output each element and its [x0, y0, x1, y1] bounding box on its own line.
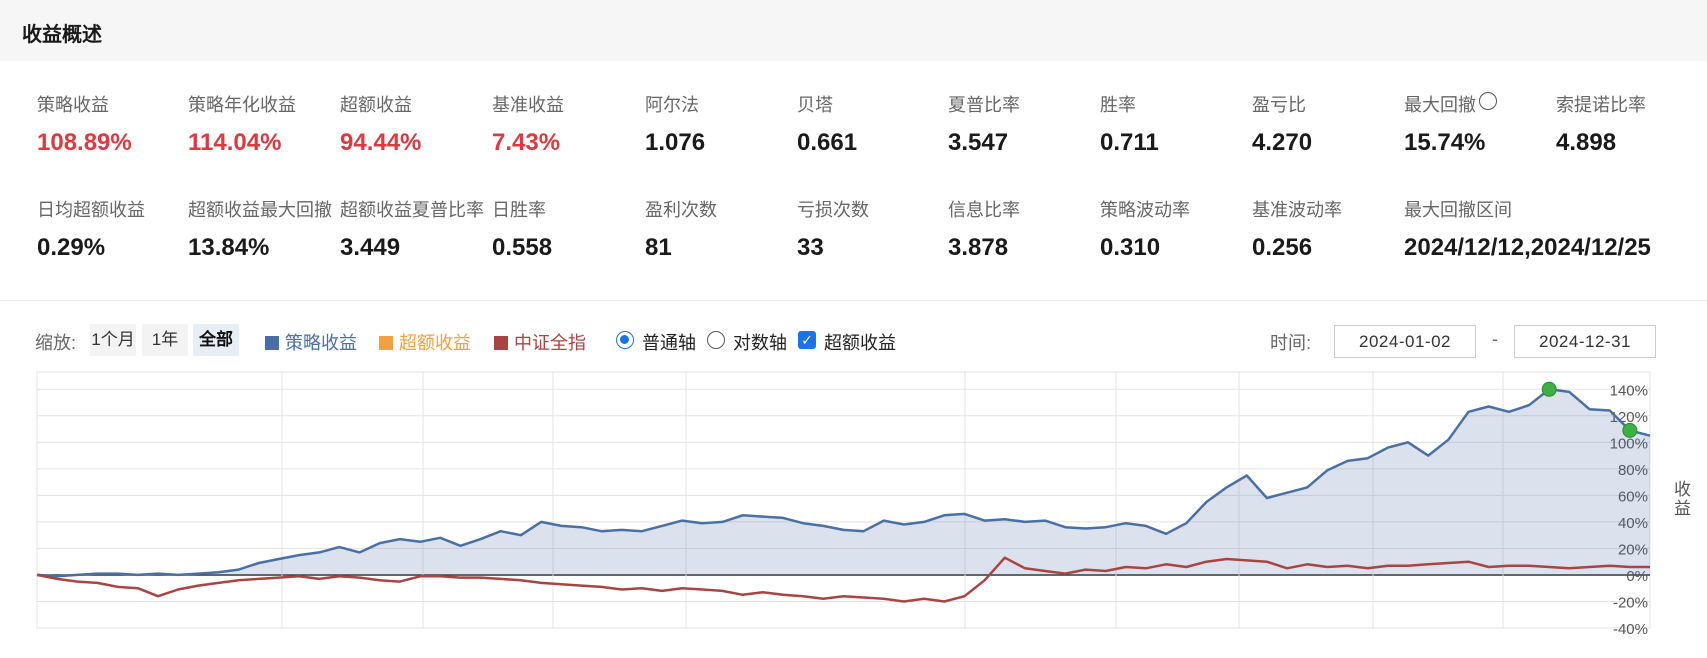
legend-strategy[interactable]: 策略收益 [265, 329, 357, 355]
metric-label: 超额收益最大回撤 [188, 200, 332, 220]
metric-item: 最大回撤区间 2024/12/12,2024/12/25 [1404, 196, 1651, 262]
zoom-all-button[interactable]: 全部 [193, 324, 239, 356]
metric-label: 最大回撤 [1404, 91, 1564, 117]
zoom-label: 缩放: [35, 333, 77, 353]
metric-item: 阿尔法 1.076 [645, 91, 805, 157]
metric-value: 0.661 [797, 129, 858, 156]
metric-item: 超额收益最大回撤 13.84% [188, 196, 348, 262]
drawdown-marker [1622, 422, 1638, 438]
section-header: 收益概述 [0, 0, 1707, 61]
metric-value: 15.74% [1404, 129, 1486, 156]
section-title: 收益概述 [22, 24, 102, 46]
metric-value: 0.558 [492, 234, 553, 261]
metric-value: 94.44% [340, 129, 422, 156]
legend-excess-label: 超额收益 [399, 333, 471, 353]
metric-item: 日均超额收益 0.29% [37, 196, 197, 262]
metric-value: 0.29% [37, 234, 106, 261]
metric-value: 33 [797, 234, 824, 261]
metric-item: 策略年化收益 114.04% [188, 91, 348, 157]
metric-value: 7.43% [492, 129, 561, 156]
metric-label: 日胜率 [492, 200, 546, 220]
metric-label: 亏损次数 [797, 200, 869, 220]
metric-value: 1.076 [645, 129, 706, 156]
metric-label: 策略年化收益 [188, 95, 296, 115]
log-axis-radio[interactable] [707, 331, 725, 349]
metric-value: 3.878 [948, 234, 1009, 261]
metric-label: 最大回撤区间 [1404, 200, 1512, 220]
returns-chart-svg: 140%120%100%80%60%40%20%0%-20%-40% [36, 371, 1651, 638]
legend-excess-swatch [379, 336, 393, 350]
metric-label: 日均超额收益 [37, 200, 145, 220]
log-axis-label[interactable]: 对数轴 [733, 329, 787, 355]
metric-value: 0.711 [1100, 129, 1159, 156]
metric-value: 108.89% [37, 129, 132, 156]
metric-item: 亏损次数 33 [797, 196, 957, 262]
metric-item: 贝塔 0.661 [797, 91, 957, 157]
metric-item: 超额收益夏普比率 3.449 [340, 196, 500, 262]
zoom-1year-button[interactable]: 1年 [142, 324, 188, 356]
metric-item: 最大回撤 15.74% [1404, 91, 1564, 157]
metric-label: 夏普比率 [948, 95, 1020, 115]
y-axis-title: 收益 [1671, 480, 1690, 518]
metric-item: 基准收益 7.43% [492, 91, 652, 157]
metric-label: 策略收益 [37, 95, 109, 115]
legend-strategy-swatch [265, 336, 279, 350]
metric-value: 3.547 [948, 129, 1009, 156]
metric-item: 索提诺比率 4.898 [1556, 91, 1707, 157]
legend-strategy-label: 策略收益 [285, 333, 357, 353]
metric-label: 盈亏比 [1252, 95, 1306, 115]
metric-label: 超额收益 [340, 95, 412, 115]
metric-value: 4.270 [1252, 129, 1313, 156]
metric-value: 81 [645, 234, 672, 261]
legend-excess[interactable]: 超额收益 [379, 329, 471, 355]
metric-value: 2024/12/12,2024/12/25 [1404, 234, 1651, 261]
legend-index-swatch [494, 336, 508, 350]
metric-item: 盈利次数 81 [645, 196, 805, 262]
time-label: 时间: [1270, 333, 1312, 353]
metric-label: 阿尔法 [645, 95, 699, 115]
end-date-input[interactable]: 2024-12-31 [1514, 325, 1656, 358]
metric-value: 4.898 [1556, 129, 1617, 156]
returns-chart[interactable]: 140% 120% 100% 80% 60% 40% 20% 0% -20% -40% [0, 370, 1707, 658]
metric-label: 基准收益 [492, 95, 564, 115]
metric-item: 夏普比率 3.547 [948, 91, 1108, 157]
metrics-panel: 策略收益 108.89% 策略年化收益 114.04% 超额收益 94.44% 基准收益 7.… [0, 61, 1707, 301]
metric-label: 盈利次数 [645, 200, 717, 220]
y-tick-label: -40% [1613, 621, 1648, 638]
chart-controls: 缩放: 1个月 1年 全部 策略收益 超额收益 中证全指 普通轴 对数轴 ✓ 超… [0, 320, 1707, 360]
normal-axis-radio[interactable] [616, 331, 634, 349]
metric-label: 胜率 [1100, 95, 1136, 115]
metric-value: 13.84% [188, 234, 270, 261]
excess-return-checkbox-label[interactable]: 超额收益 [824, 329, 896, 355]
date-separator: - [1492, 329, 1498, 349]
metric-label: 贝塔 [797, 95, 833, 115]
metric-item: 策略收益 108.89% [37, 91, 197, 157]
metric-value: 3.449 [340, 234, 401, 261]
y-tick-label: -20% [1613, 594, 1648, 611]
legend-index-label: 中证全指 [514, 333, 586, 353]
metric-item: 超额收益 94.44% [340, 91, 500, 157]
metric-label: 索提诺比率 [1556, 95, 1646, 115]
metric-item: 策略波动率 0.310 [1100, 196, 1260, 262]
start-date-input[interactable]: 2024-01-02 [1334, 325, 1476, 358]
metric-value: 114.04% [188, 129, 282, 156]
y-tick-label: 140% [1610, 382, 1648, 399]
drawdown-marker [1541, 381, 1557, 397]
metric-label: 超额收益夏普比率 [340, 200, 484, 220]
metric-label: 策略波动率 [1100, 200, 1190, 220]
metric-item: 信息比率 3.878 [948, 196, 1108, 262]
metric-label: 基准波动率 [1252, 200, 1342, 220]
help-icon[interactable] [1479, 92, 1497, 110]
zoom-1month-button[interactable]: 1个月 [90, 324, 136, 356]
metric-item: 日胜率 0.558 [492, 196, 652, 262]
metric-label: 信息比率 [948, 200, 1020, 220]
metric-item: 胜率 0.711 [1100, 91, 1260, 157]
metric-item: 盈亏比 4.270 [1252, 91, 1412, 157]
metric-value: 0.310 [1100, 234, 1161, 261]
metric-item: 基准波动率 0.256 [1252, 196, 1412, 262]
excess-return-checkbox[interactable]: ✓ [798, 331, 816, 349]
metric-value: 0.256 [1252, 234, 1313, 261]
legend-index[interactable]: 中证全指 [494, 329, 586, 355]
normal-axis-label[interactable]: 普通轴 [642, 329, 696, 355]
